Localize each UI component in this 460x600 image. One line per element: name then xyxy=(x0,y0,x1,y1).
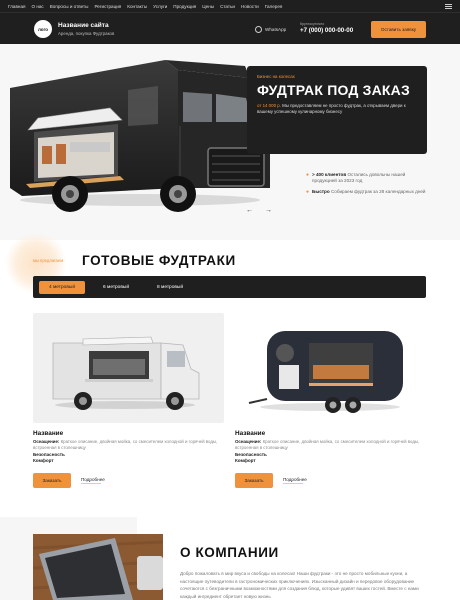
nav-home[interactable]: Главная xyxy=(8,4,25,9)
hero-title: ФУДТРАК ПОД ЗАКАЗ xyxy=(257,82,410,98)
size-tabs: 4 метровый 6 метровый 8 метровый xyxy=(33,276,426,298)
slider-arrows: ← → xyxy=(246,207,272,214)
menu-icon[interactable] xyxy=(445,3,452,9)
site-subtitle: Аренда, покупка Фудтраков xyxy=(58,31,115,36)
product-card: Название Оснащение: Краткое описание, дв… xyxy=(33,313,224,489)
product-equipment: Оснащение: Краткое описание, двойная мой… xyxy=(33,439,224,451)
equipment-text: Краткое описание, двойная мойка, со смес… xyxy=(33,439,218,451)
product-name: Название xyxy=(235,430,266,437)
bullet-text: Собираем фудтрак за 28 календарных дней xyxy=(329,188,426,194)
top-nav: Главная О нас Вопросы и ответы Регистрац… xyxy=(0,0,460,12)
equipment-text: Краткое описание, двойная мойка, со смес… xyxy=(235,439,420,451)
hero-bullet: ● Быстро Собираем фудтрак за 28 календар… xyxy=(306,189,426,195)
bullet-strong: Быстро xyxy=(312,188,330,194)
order-button[interactable]: Заказать xyxy=(235,473,273,489)
arrow-right-icon[interactable]: → xyxy=(265,207,272,214)
product-feature: Комфорт xyxy=(235,458,256,464)
tab-4m[interactable]: 4 метровый xyxy=(39,280,86,294)
whatsapp-icon xyxy=(255,26,262,33)
site-name: Название сайта xyxy=(58,22,109,29)
product-card: Название Оснащение: Краткое описание, дв… xyxy=(235,313,426,489)
phone-caption: Круглосуточно xyxy=(300,22,325,26)
bullet-strong: > 400 клиентов xyxy=(312,172,347,177)
nav-articles[interactable]: Статьи xyxy=(220,4,235,9)
equipment-label: Оснащение: xyxy=(33,439,60,444)
hero-card: Бизнес на колесах ФУДТРАК ПОД ЗАКАЗ от 1… xyxy=(247,66,427,154)
product-feature: Безопасность xyxy=(235,452,267,458)
nav-products[interactable]: Продукция xyxy=(173,4,196,9)
bullet-dot-icon: ● xyxy=(306,188,310,195)
leave-request-button[interactable]: Оставить заявку xyxy=(371,21,426,38)
arrow-left-icon[interactable]: ← xyxy=(246,207,253,214)
product-actions: Заказать Подробнее xyxy=(33,473,224,489)
product-image-white-truck[interactable] xyxy=(33,313,224,423)
nav-news[interactable]: Новости xyxy=(241,4,259,9)
about-image-laptop xyxy=(33,534,163,600)
hero-bullet: ● > 400 клиентов Остались довольны нашей… xyxy=(306,172,426,185)
ready-kicker: мы предлагаем xyxy=(33,258,64,263)
more-link[interactable]: Подробнее xyxy=(81,477,105,484)
ready-title: ГОТОВЫЕ ФУДТРАКИ xyxy=(82,253,236,268)
more-link[interactable]: Подробнее xyxy=(283,477,307,484)
bullet-dot-icon: ● xyxy=(306,172,310,178)
product-image-black-trailer[interactable] xyxy=(235,313,426,423)
product-actions: Заказать Подробнее xyxy=(235,473,426,489)
hero-description: от 14 000 р. Мы предоставляем не просто … xyxy=(257,103,417,116)
hero-price: от 14 000 р. xyxy=(257,103,281,108)
whatsapp-link[interactable]: WhatsApp xyxy=(255,26,286,33)
nav-faq[interactable]: Вопросы и ответы xyxy=(50,4,89,9)
phone-number[interactable]: +7 (000) 000-00-00 xyxy=(300,27,353,34)
tab-8m[interactable]: 8 метровый xyxy=(147,281,193,294)
nav-contacts[interactable]: Контакты xyxy=(127,4,147,9)
product-equipment: Оснащение: Краткое описание, двойная мой… xyxy=(235,439,426,451)
about-text: Добро пожаловать в мир вкуса и свободы н… xyxy=(180,571,419,599)
site-header: лого Название сайта Аренда, покупка Фудт… xyxy=(0,12,460,44)
equipment-label: Оснащение: xyxy=(235,439,262,444)
nav-register[interactable]: Регистрация xyxy=(94,4,121,9)
hero-truck-image xyxy=(0,48,275,218)
nav-about[interactable]: О нас xyxy=(31,4,43,9)
product-feature: Безопасность xyxy=(33,452,65,458)
nav-gallery[interactable]: Галерея xyxy=(265,4,283,9)
product-name: Название xyxy=(33,430,64,437)
about-title: О КОМПАНИИ xyxy=(180,545,279,560)
tab-6m[interactable]: 6 метровый xyxy=(93,281,139,294)
whatsapp-label: WhatsApp xyxy=(265,27,287,32)
product-feature: Комфорт xyxy=(33,458,54,464)
hero-bullets: ● > 400 клиентов Остались довольны нашей… xyxy=(306,172,426,199)
hero-kicker: Бизнес на колесах xyxy=(257,74,295,79)
nav-prices[interactable]: Цены xyxy=(202,4,214,9)
order-button[interactable]: Заказать xyxy=(33,473,71,489)
phone-block[interactable]: Круглосуточно +7 (000) 000-00-00 xyxy=(300,22,353,34)
nav-services[interactable]: Услуги xyxy=(153,4,167,9)
logo[interactable]: лого xyxy=(34,20,52,38)
